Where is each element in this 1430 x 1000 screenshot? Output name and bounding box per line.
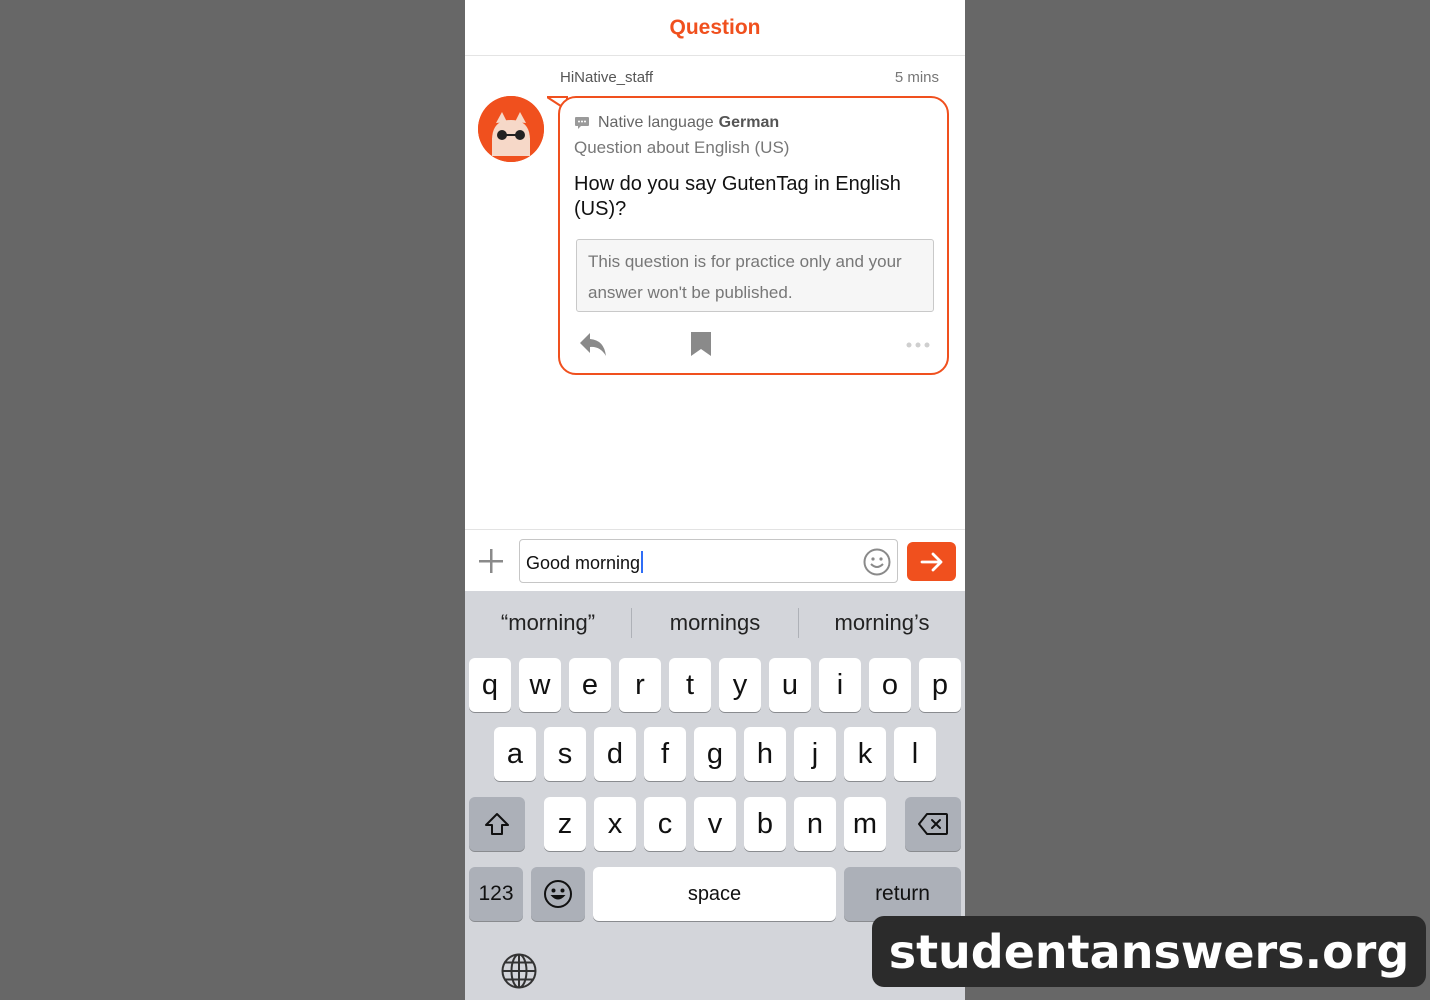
backspace-key[interactable] bbox=[905, 797, 961, 851]
key-r[interactable]: r bbox=[619, 658, 661, 712]
key-i[interactable]: i bbox=[819, 658, 861, 712]
key-z[interactable]: z bbox=[544, 797, 586, 851]
key-y[interactable]: y bbox=[719, 658, 761, 712]
key-c[interactable]: c bbox=[644, 797, 686, 851]
shift-icon bbox=[485, 813, 509, 835]
emoji-icon[interactable] bbox=[863, 548, 891, 576]
space-key[interactable]: space bbox=[593, 867, 836, 921]
key-u[interactable]: u bbox=[769, 658, 811, 712]
key-a[interactable]: a bbox=[494, 727, 536, 781]
suggestion-3[interactable]: morning’s bbox=[799, 601, 965, 645]
key-b[interactable]: b bbox=[744, 797, 786, 851]
emoji-key[interactable] bbox=[531, 867, 585, 921]
author-name[interactable]: HiNative_staff bbox=[560, 69, 653, 86]
send-button[interactable] bbox=[907, 542, 956, 581]
question-card: Native language German Question about En… bbox=[558, 96, 949, 375]
key-w[interactable]: w bbox=[519, 658, 561, 712]
key-t[interactable]: t bbox=[669, 658, 711, 712]
nav-bar: Question bbox=[465, 0, 965, 56]
suggestion-1[interactable]: “morning” bbox=[465, 601, 631, 645]
phone-screen: Question HiNative_staff 5 mins Native la… bbox=[465, 0, 965, 1000]
page-title: Question bbox=[669, 15, 761, 39]
avatar[interactable] bbox=[478, 96, 544, 162]
question-about: Question about English (US) bbox=[574, 138, 790, 157]
post-time: 5 mins bbox=[894, 69, 939, 86]
bookmark-icon[interactable] bbox=[690, 331, 712, 357]
question-text: How do you say GutenTag in English (US)? bbox=[574, 173, 901, 220]
key-g[interactable]: g bbox=[694, 727, 736, 781]
more-icon[interactable] bbox=[905, 341, 931, 349]
text-caret bbox=[641, 551, 644, 573]
key-e[interactable]: e bbox=[569, 658, 611, 712]
suggestion-2[interactable]: mornings bbox=[632, 601, 798, 645]
native-language-line: Native language German bbox=[574, 114, 779, 132]
backspace-icon bbox=[918, 813, 948, 835]
answer-input[interactable]: Good morning bbox=[519, 539, 898, 583]
key-j[interactable]: j bbox=[794, 727, 836, 781]
key-k[interactable]: k bbox=[844, 727, 886, 781]
native-language-value: German bbox=[718, 114, 780, 131]
key-f[interactable]: f bbox=[644, 727, 686, 781]
reply-icon[interactable] bbox=[578, 330, 608, 358]
key-n[interactable]: n bbox=[794, 797, 836, 851]
emoji-key-icon bbox=[544, 880, 572, 908]
key-l[interactable]: l bbox=[894, 727, 936, 781]
native-language-label: Native language bbox=[598, 114, 714, 131]
key-h[interactable]: h bbox=[744, 727, 786, 781]
key-v[interactable]: v bbox=[694, 797, 736, 851]
numbers-key[interactable]: 123 bbox=[469, 867, 523, 921]
watermark: studentanswers.org bbox=[872, 916, 1426, 987]
key-d[interactable]: d bbox=[594, 727, 636, 781]
shift-key[interactable] bbox=[469, 797, 525, 851]
key-p[interactable]: p bbox=[919, 658, 961, 712]
answer-input-value[interactable]: Good morning bbox=[526, 553, 640, 573]
return-key[interactable]: return bbox=[844, 867, 961, 921]
composer-bar: Good morning bbox=[465, 529, 965, 591]
key-m[interactable]: m bbox=[844, 797, 886, 851]
key-s[interactable]: s bbox=[544, 727, 586, 781]
globe-icon[interactable] bbox=[500, 952, 538, 990]
plus-icon[interactable] bbox=[478, 548, 504, 574]
key-o[interactable]: o bbox=[869, 658, 911, 712]
practice-notice: This question is for practice only and y… bbox=[576, 239, 934, 312]
key-q[interactable]: q bbox=[469, 658, 511, 712]
key-x[interactable]: x bbox=[594, 797, 636, 851]
speech-bubble-icon bbox=[575, 117, 589, 129]
send-arrow-icon bbox=[920, 552, 942, 571]
